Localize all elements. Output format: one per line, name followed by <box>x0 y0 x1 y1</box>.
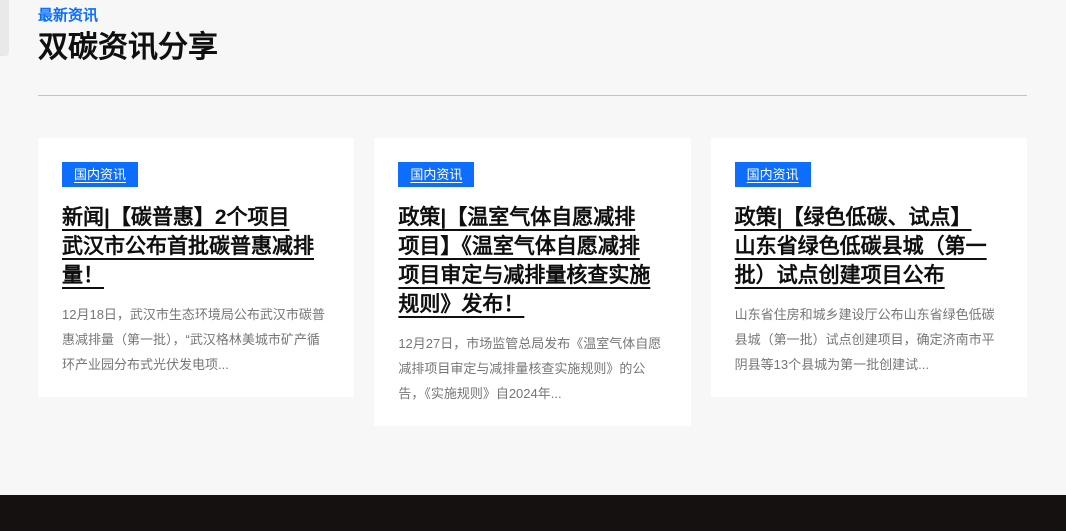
article-title: 政策|【绿色低碳、试点】 山东省绿色低碳县城（第一 批）试点创建项目公布 <box>735 203 1003 290</box>
article-title-link[interactable]: 新闻|【碳普惠】2个项目 武汉市公布首批碳普惠减排 量！ <box>62 206 314 287</box>
article-excerpt: 12月18日，武汉市生态环境局公布武汉市碳普 惠减排量（第一批），“武汉格林美城… <box>62 302 330 377</box>
section-divider <box>38 95 1027 96</box>
article-title-link[interactable]: 政策|【温室气体自愿减排 项目】《温室气体自愿减排 项目审定与减排量核查实施 规… <box>398 206 650 316</box>
page-title: 双碳资讯分享 <box>38 28 1027 68</box>
article-excerpt: 12月27日，市场监管总局发布《温室气体自愿 减排项目审定与减排量核查实施规则》… <box>398 331 666 406</box>
article-title-link[interactable]: 政策|【绿色低碳、试点】 山东省绿色低碳县城（第一 批）试点创建项目公布 <box>735 206 987 287</box>
news-section-page: 最新资讯 双碳资讯分享 国内资讯 新闻|【碳普惠】2个项目 武汉市公布首批碳普惠… <box>0 0 1066 531</box>
news-card: 国内资讯 政策|【温室气体自愿减排 项目】《温室气体自愿减排 项目审定与减排量核… <box>374 138 690 426</box>
scrollbar-artifact <box>0 0 9 56</box>
news-card-row: 国内资讯 新闻|【碳普惠】2个项目 武汉市公布首批碳普惠减排 量！ 12月18日… <box>38 138 1027 426</box>
category-badge-link[interactable]: 国内资讯 <box>62 162 138 187</box>
category-badge-link[interactable]: 国内资讯 <box>398 162 474 187</box>
article-title: 政策|【温室气体自愿减排 项目】《温室气体自愿减排 项目审定与减排量核查实施 规… <box>398 203 666 319</box>
page-footer <box>0 495 1066 531</box>
section-eyebrow: 最新资讯 <box>38 6 1027 26</box>
article-excerpt: 山东省住房和城乡建设厅公布山东省绿色低碳 县城（第一批）试点创建项目，确定济南市… <box>735 302 1003 377</box>
news-card: 国内资讯 政策|【绿色低碳、试点】 山东省绿色低碳县城（第一 批）试点创建项目公… <box>711 138 1027 397</box>
category-badge-link[interactable]: 国内资讯 <box>735 162 811 187</box>
news-card: 国内资讯 新闻|【碳普惠】2个项目 武汉市公布首批碳普惠减排 量！ 12月18日… <box>38 138 354 397</box>
content-area: 最新资讯 双碳资讯分享 国内资讯 新闻|【碳普惠】2个项目 武汉市公布首批碳普惠… <box>0 0 1066 426</box>
article-title: 新闻|【碳普惠】2个项目 武汉市公布首批碳普惠减排 量！ <box>62 203 330 290</box>
